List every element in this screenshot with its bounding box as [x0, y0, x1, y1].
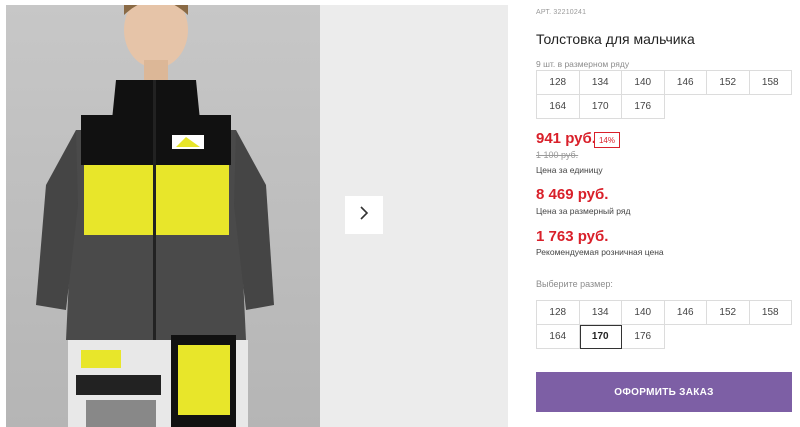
size-option[interactable]: 164	[537, 325, 580, 349]
size-option[interactable]: 146	[664, 301, 707, 325]
size-option[interactable]: 134	[579, 301, 622, 325]
size-option[interactable]: 158	[749, 301, 792, 325]
size-option-selected[interactable]: 170	[579, 325, 622, 349]
size-row-empty	[707, 95, 750, 119]
chevron-right-icon	[358, 205, 370, 226]
size-picker-empty	[707, 325, 750, 349]
size-option[interactable]: 152	[707, 301, 750, 325]
size-picker-grid: 128 134 140 146 152 158 164 170 176	[536, 300, 792, 349]
size-option[interactable]: 176	[622, 325, 665, 349]
size-row-empty	[665, 95, 708, 119]
size-row-cell: 140	[622, 71, 665, 95]
size-row-cell: 158	[749, 71, 792, 95]
size-row-grid: 128 134 140 146 152 158 164 170 176	[536, 70, 792, 119]
size-row-cell: 146	[664, 71, 707, 95]
unit-price-note: Цена за единицу	[536, 165, 603, 175]
choose-size-label: Выберите размер:	[536, 279, 613, 289]
row-price-note: Цена за размерный ряд	[536, 206, 631, 216]
size-row-cell: 128	[537, 71, 580, 95]
article-number: АРТ. 32210241	[536, 9, 587, 16]
size-row-empty	[750, 95, 793, 119]
size-row-cell: 134	[579, 71, 622, 95]
size-row-cell: 164	[537, 95, 580, 119]
size-picker-empty	[750, 325, 793, 349]
unit-price: 941 руб.	[536, 130, 596, 147]
size-row-note: 9 шт. в размерном ряду	[536, 59, 630, 69]
product-photo	[6, 5, 320, 427]
next-image-button[interactable]	[345, 196, 383, 234]
product-gallery	[0, 0, 508, 427]
retail-price: 1 763 руб.	[536, 228, 609, 245]
size-row-cell: 152	[707, 71, 750, 95]
size-row-cell: 170	[579, 95, 622, 119]
old-price: 1 100 руб.	[536, 150, 579, 160]
discount-badge: 14%	[594, 132, 620, 148]
row-price: 8 469 руб.	[536, 186, 609, 203]
size-row-cell: 176	[622, 95, 665, 119]
place-order-button[interactable]: ОФОРМИТЬ ЗАКАЗ	[536, 372, 792, 412]
product-title: Толстовка для мальчика	[536, 31, 695, 47]
size-option[interactable]: 140	[622, 301, 665, 325]
size-option[interactable]: 128	[537, 301, 580, 325]
boy-in-jacket-illustration	[36, 5, 274, 427]
size-picker-empty	[665, 325, 708, 349]
retail-price-note: Рекомендуемая розничная цена	[536, 247, 664, 257]
